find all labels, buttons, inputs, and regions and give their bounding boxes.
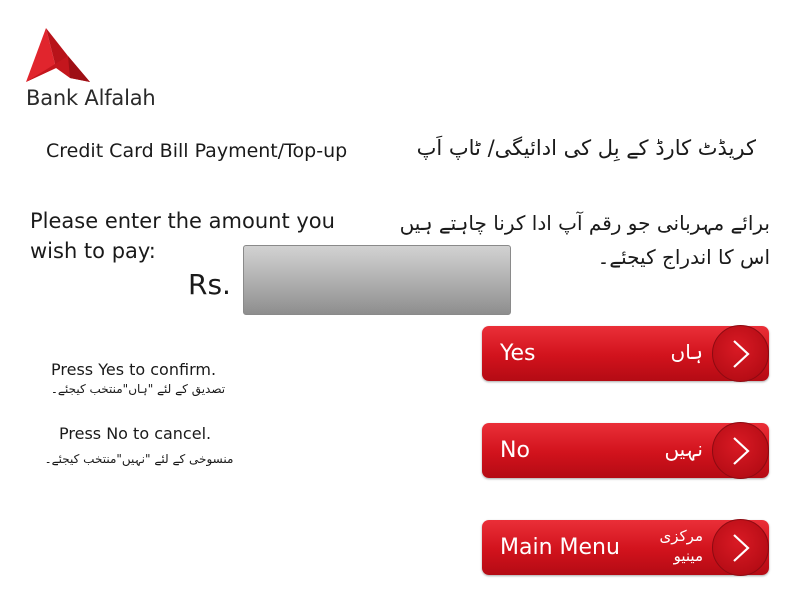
currency-label: Rs. (188, 268, 231, 301)
amount-input[interactable] (243, 245, 511, 315)
main-menu-urdu-line2: مینیو (673, 547, 703, 565)
no-button-label: No (500, 438, 530, 463)
no-button-label-urdu: نہیں (664, 437, 703, 461)
page-title-english: Credit Card Bill Payment/Top-up (46, 140, 348, 162)
cancel-hint-english: Press No to cancel. (59, 424, 212, 443)
cancel-hint-urdu: منسوخی کے لئے "نہیں"منتخب کیجئے۔ (44, 452, 234, 466)
yes-button[interactable]: Yes ہاں (482, 325, 769, 382)
yes-button-label-urdu: ہاں (670, 340, 704, 364)
confirm-hint-urdu: تصدیق کے لئے "ہاں"منتخب کیجئے۔ (50, 382, 226, 396)
no-button[interactable]: No نہیں (482, 422, 769, 479)
confirm-hint-english: Press Yes to confirm. (51, 360, 217, 379)
bank-name: Bank Alfalah (26, 86, 156, 110)
main-menu-button-label-urdu: مرکزی مینیو (660, 526, 703, 566)
page-title-urdu: کریڈٹ کارڈ کے بِل کی ادائیگی/ ٹاپ اَپ (416, 136, 756, 160)
main-menu-button[interactable]: Main Menu مرکزی مینیو (482, 519, 769, 576)
main-menu-button-label: Main Menu (500, 535, 620, 560)
main-menu-urdu-line1: مرکزی (659, 527, 703, 545)
chevron-right-icon (712, 519, 769, 576)
chevron-right-icon (712, 422, 769, 479)
chevron-right-icon (712, 325, 769, 382)
alfalah-logo-icon (26, 26, 90, 86)
yes-button-label: Yes (500, 341, 536, 366)
amount-prompt-urdu-line1: برائے مہربانی جو رقم آپ ادا کرنا چاہتے ہ… (399, 211, 770, 235)
